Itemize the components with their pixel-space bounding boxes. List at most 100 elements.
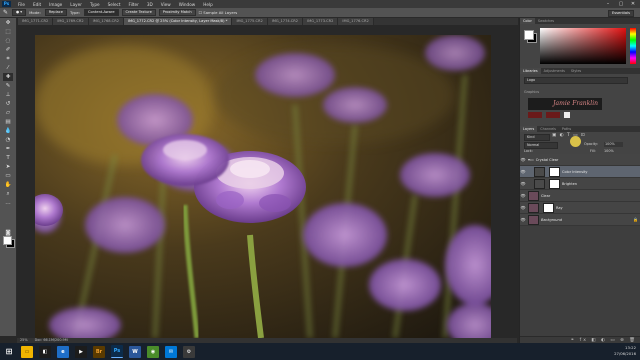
layer-mask-thumb[interactable] [549, 178, 560, 189]
layer-row[interactable]: 👁 ▾▭ Crystal Clear [520, 154, 640, 166]
layer-row[interactable]: 👁 Clear [520, 190, 640, 202]
color-picker-field[interactable] [540, 28, 626, 64]
menu-window[interactable]: Window [175, 2, 200, 7]
layer-row[interactable]: 👁 Background 🔒 [520, 214, 640, 226]
fill-field[interactable]: 100% [604, 149, 614, 153]
menu-image[interactable]: Image [45, 2, 66, 7]
word-icon[interactable]: W [129, 345, 141, 358]
create-texture-button[interactable]: Create Texture [121, 9, 156, 16]
proximity-match-button[interactable]: Proximity Match [158, 9, 196, 16]
tab-document[interactable]: IMG_1769.CR2 [53, 18, 89, 25]
path-select-tool-icon[interactable]: ➤ [3, 163, 13, 171]
gradient-tool-icon[interactable]: ▤ [3, 118, 13, 126]
spot-healing-brush-icon[interactable]: ✎ [3, 9, 8, 16]
hue-slider[interactable] [630, 28, 636, 64]
eraser-tool-icon[interactable]: ▱ [3, 109, 13, 117]
windows-start-icon[interactable]: ⊞ [3, 345, 15, 358]
file-explorer-icon[interactable]: ▭ [21, 345, 33, 358]
layer-row[interactable]: 👁 Brighten [520, 178, 640, 190]
tab-document[interactable]: IMG_1776.CR2 [338, 18, 374, 25]
lasso-tool-icon[interactable]: ◌ [3, 37, 13, 45]
maximize-icon[interactable]: ▢ [615, 0, 627, 8]
tab-document[interactable]: IMG_1773.CR2 [303, 18, 339, 25]
eyedropper-tool-icon[interactable]: ⁄ [3, 64, 13, 72]
media-player-icon[interactable]: ▶ [75, 345, 87, 358]
panel-foreground-swatch[interactable] [524, 30, 534, 40]
mail-icon[interactable]: ✉ [165, 345, 177, 358]
library-select[interactable]: Logo [524, 77, 628, 84]
zoom-tool-icon[interactable]: ⌕ [3, 190, 13, 198]
move-tool-icon[interactable]: ✥ [3, 19, 13, 27]
edge-icon[interactable]: e [57, 345, 69, 358]
layer-name: Color Intensity [562, 169, 588, 174]
tab-document[interactable]: IMG_1768.CR2 [88, 18, 124, 25]
graphic-thumb[interactable] [564, 112, 570, 118]
sample-all-layers-checkbox[interactable]: ☐ Sample All Layers [199, 10, 238, 15]
layer-row-selected[interactable]: 👁 Color Intensity [520, 166, 640, 178]
layer-mask-thumb[interactable] [543, 202, 554, 213]
document-info: Doc: 66.1M/200.9M [34, 338, 68, 342]
visibility-eye-icon[interactable]: 👁 [520, 205, 526, 210]
menu-layer[interactable]: Layer [66, 2, 86, 7]
blend-mode-select[interactable]: Normal [524, 142, 558, 149]
menu-file[interactable]: File [14, 2, 29, 7]
workspace-select[interactable]: Essentials [608, 10, 634, 17]
visibility-eye-icon[interactable]: 👁 [520, 169, 526, 174]
shape-tool-icon[interactable]: ▭ [3, 172, 13, 180]
settings-icon[interactable]: ⚙ [183, 345, 195, 358]
visibility-eye-icon[interactable]: 👁 [520, 217, 526, 222]
brush-tool-icon[interactable]: ✎ [3, 82, 13, 90]
blur-tool-icon[interactable]: 💧 [3, 127, 13, 135]
photoshop-taskbar-icon[interactable]: Ps [111, 345, 123, 358]
dodge-tool-icon[interactable]: ◔ [3, 136, 13, 144]
tab-document-active[interactable]: IMG_1772.CR2 @ 25% (Color Intensity, Lay… [123, 18, 233, 25]
group-folder-icon[interactable]: ▾▭ [528, 157, 534, 162]
menu-type[interactable]: Type [86, 2, 104, 7]
chrome-icon[interactable]: ◉ [147, 345, 159, 358]
watermark-graphic[interactable]: Jamie Franklin [528, 98, 602, 110]
menu-3d[interactable]: 3D [143, 2, 157, 7]
layers-footer-buttons[interactable]: ⚭ fx ◧ ◐ ▭ ⊕ 🗑 [520, 336, 640, 343]
system-tray[interactable]: 13:22 27/06/2016 [614, 345, 636, 357]
lock-icon[interactable]: 🔒 [633, 217, 638, 222]
tab-document[interactable]: IMG_1775.CR2 [232, 18, 268, 25]
content-aware-button[interactable]: Content-Aware [83, 9, 119, 16]
layer-filter-icons[interactable]: ▣ ◐ T ▭ ⊡ [552, 133, 586, 138]
visibility-eye-icon[interactable]: 👁 [520, 193, 526, 198]
visibility-eye-icon[interactable]: 👁 [520, 181, 526, 186]
bridge-icon[interactable]: Br [93, 345, 105, 358]
brush-size-picker[interactable]: ● ▾ [12, 9, 27, 16]
zoom-level[interactable]: 25% [20, 338, 28, 342]
hand-tool-icon[interactable]: ✋ [3, 181, 13, 189]
clone-stamp-tool-icon[interactable]: ⊥ [3, 91, 13, 99]
more-tools-icon[interactable]: … [3, 199, 13, 207]
minimize-icon[interactable]: – [602, 0, 614, 8]
type-tool-icon[interactable]: T [3, 154, 13, 162]
mode-select[interactable]: Replace [44, 9, 67, 16]
menu-view[interactable]: View [157, 2, 175, 7]
quick-select-tool-icon[interactable]: ✐ [3, 46, 13, 54]
kind-filter-select[interactable]: Kind [524, 134, 550, 141]
marquee-tool-icon[interactable]: ⬚ [3, 28, 13, 36]
healing-brush-tool-icon[interactable]: ✚ [3, 73, 13, 81]
menu-filter[interactable]: Filter [124, 2, 142, 7]
opacity-field[interactable]: 100% [604, 142, 623, 147]
canvas-area[interactable] [17, 25, 517, 338]
graphic-thumb[interactable] [528, 112, 542, 118]
store-icon[interactable]: ◧ [39, 345, 51, 358]
layer-row[interactable]: 👁 Ray [520, 202, 640, 214]
photo-canvas[interactable] [35, 35, 491, 338]
history-brush-tool-icon[interactable]: ↺ [3, 100, 13, 108]
visibility-eye-icon[interactable]: 👁 [520, 157, 526, 162]
menu-edit[interactable]: Edit [29, 2, 45, 7]
menu-help[interactable]: Help [199, 2, 217, 7]
menu-select[interactable]: Select [104, 2, 125, 7]
pen-tool-icon[interactable]: ✒ [3, 145, 13, 153]
foreground-color-swatch[interactable] [3, 236, 12, 245]
tab-document[interactable]: IMG_1774.CR2 [267, 18, 304, 25]
close-icon[interactable]: ✕ [627, 0, 639, 8]
crop-tool-icon[interactable]: ⌗ [3, 55, 13, 63]
layer-mask-thumb[interactable] [549, 166, 560, 177]
graphic-thumb[interactable] [546, 112, 560, 118]
tab-document[interactable]: IMG_1771.CR2 [18, 18, 54, 25]
